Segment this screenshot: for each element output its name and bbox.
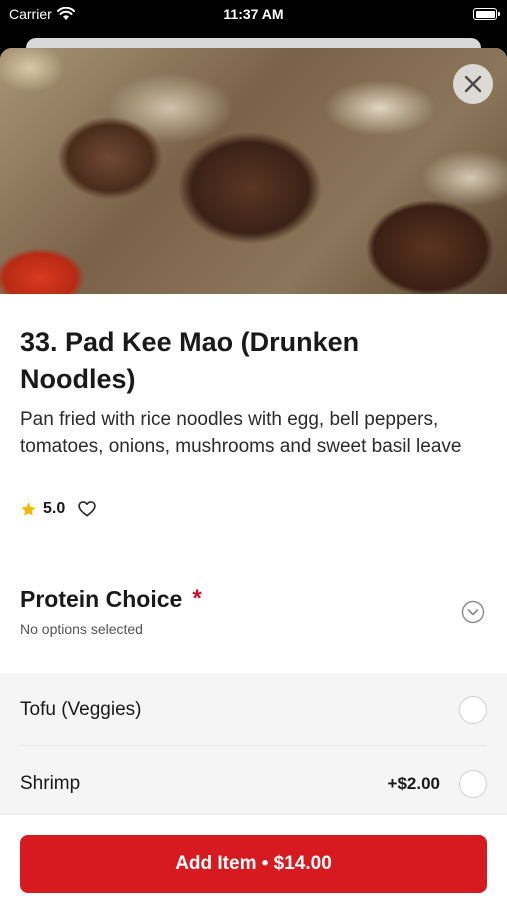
rating-value: 5.0 [43, 500, 66, 517]
status-time: 11:37 AM [223, 6, 284, 22]
rating-row: 5.0 [20, 499, 97, 519]
option-price: +$2.00 [387, 774, 440, 793]
option-tofu-veggies[interactable]: Tofu (Veggies) [0, 673, 507, 746]
battery-icon [473, 8, 500, 20]
item-description: Pan fried with rice noodles with egg, be… [20, 409, 462, 457]
selection-status: No options selected [20, 621, 143, 637]
close-button[interactable] [453, 64, 493, 104]
heart-outline-icon[interactable] [77, 499, 97, 519]
option-shrimp[interactable]: Shrimp +$2.00 [0, 746, 507, 816]
option-label: Tofu (Veggies) [20, 699, 142, 720]
footer-bar: Add Item • $14.00 [0, 815, 507, 900]
item-title: 33. Pad Kee Mao (Drunken Noodles) [20, 327, 360, 394]
option-label: Shrimp [20, 773, 81, 794]
item-detail-sheet: 33. Pad Kee Mao (Drunken Noodles) Pan fr… [0, 48, 507, 900]
section-title: Protein Choice [20, 585, 183, 612]
protein-choice-header[interactable]: Protein Choice * [20, 585, 202, 613]
close-icon [464, 75, 482, 93]
chevron-down-circle-icon[interactable] [461, 600, 485, 624]
option-radio[interactable] [459, 770, 487, 798]
protein-options-list: Tofu (Veggies) Shrimp +$2.00 [0, 673, 507, 815]
star-icon [21, 501, 36, 516]
item-photo [0, 48, 507, 294]
add-item-button[interactable]: Add Item • $14.00 [20, 835, 487, 893]
option-radio[interactable] [459, 696, 487, 724]
required-indicator: * [192, 585, 202, 612]
status-bar: Carrier 11:37 AM [0, 0, 507, 30]
